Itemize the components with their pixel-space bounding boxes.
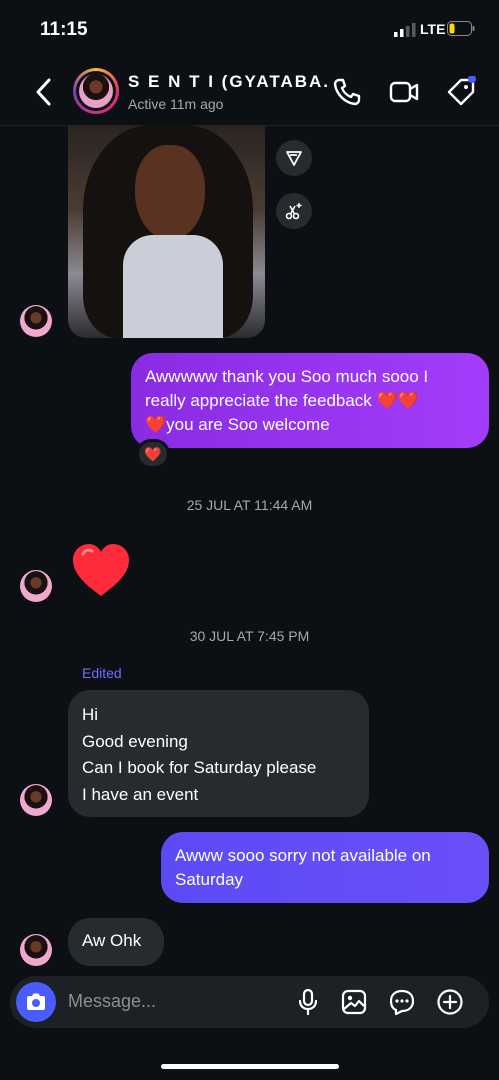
timestamp: 30 JUL AT 7:45 PM: [189, 628, 310, 644]
reaction-badge[interactable]: ❤️: [136, 439, 170, 469]
signal-icon: [394, 23, 416, 37]
message-line: Good evening: [82, 731, 188, 751]
active-status: Active 11m ago: [128, 96, 224, 112]
plus-circle-icon[interactable]: [436, 988, 464, 1016]
sender-avatar[interactable]: [20, 934, 52, 966]
edited-label: Edited: [82, 665, 122, 681]
chevron-left-icon[interactable]: [30, 76, 58, 108]
timestamp: 25 JUL AT 11:44 AM: [186, 497, 313, 513]
incoming-message[interactable]: Hi Good evening Can I book for Saturday …: [68, 690, 369, 817]
tag-icon[interactable]: [445, 76, 477, 108]
heart-emoji: ❤️: [145, 415, 167, 434]
message-line: Saturday: [175, 870, 244, 889]
message-line: really appreciate the feedback ❤️❤️: [145, 391, 419, 410]
battery-icon: [447, 21, 475, 36]
shared-photo[interactable]: [68, 125, 265, 338]
incoming-message[interactable]: Aw Ohk: [68, 918, 164, 966]
send-icon: [286, 151, 302, 166]
chat-header: S E N T I (GYATABA... Active 11m ago: [0, 60, 499, 126]
image-icon[interactable]: [340, 988, 368, 1016]
sparkle-scissors-icon: [285, 203, 302, 220]
message-composer: Message...: [10, 976, 489, 1028]
message-text: Aw Ohk: [82, 931, 142, 950]
camera-icon: [27, 993, 45, 1010]
network-label: LTE: [420, 21, 446, 37]
contact-name[interactable]: S E N T I (GYATABA...: [128, 72, 328, 92]
message-line: Can I book for Saturday please: [82, 758, 317, 777]
heart-emoji: ❤️: [397, 391, 419, 410]
chat-bubble-icon[interactable]: [388, 988, 416, 1016]
microphone-icon[interactable]: [294, 988, 322, 1016]
outgoing-message[interactable]: Awwwww thank you Soo much sooo I really …: [131, 353, 489, 448]
message-line: Awww sooo sorry not available on: [175, 846, 431, 865]
heart-emoji: ❤️: [376, 391, 398, 410]
sender-avatar[interactable]: [20, 570, 52, 602]
status-bar: 11:15 LTE: [0, 0, 499, 60]
outgoing-message[interactable]: Awww sooo sorry not available on Saturda…: [161, 832, 489, 903]
effects-button[interactable]: [276, 193, 312, 229]
message-line: I have an event: [82, 784, 199, 804]
heart-message[interactable]: [70, 540, 132, 602]
message-input[interactable]: Message...: [68, 991, 156, 1012]
avatar-image: [79, 74, 113, 108]
sender-avatar[interactable]: [20, 305, 52, 337]
share-button[interactable]: [276, 140, 312, 176]
message-line: Hi: [82, 705, 99, 724]
video-camera-icon[interactable]: [388, 76, 420, 108]
message-line: ❤️you are Soo welcome: [145, 415, 330, 434]
avatar[interactable]: [73, 68, 119, 114]
status-time: 11:15: [40, 19, 88, 40]
message-line: Awwwww thank you Soo much sooo I: [145, 367, 429, 386]
camera-button[interactable]: [16, 982, 56, 1022]
sender-avatar[interactable]: [20, 784, 52, 816]
phone-icon[interactable]: [331, 76, 363, 108]
home-indicator[interactable]: [161, 1064, 339, 1069]
